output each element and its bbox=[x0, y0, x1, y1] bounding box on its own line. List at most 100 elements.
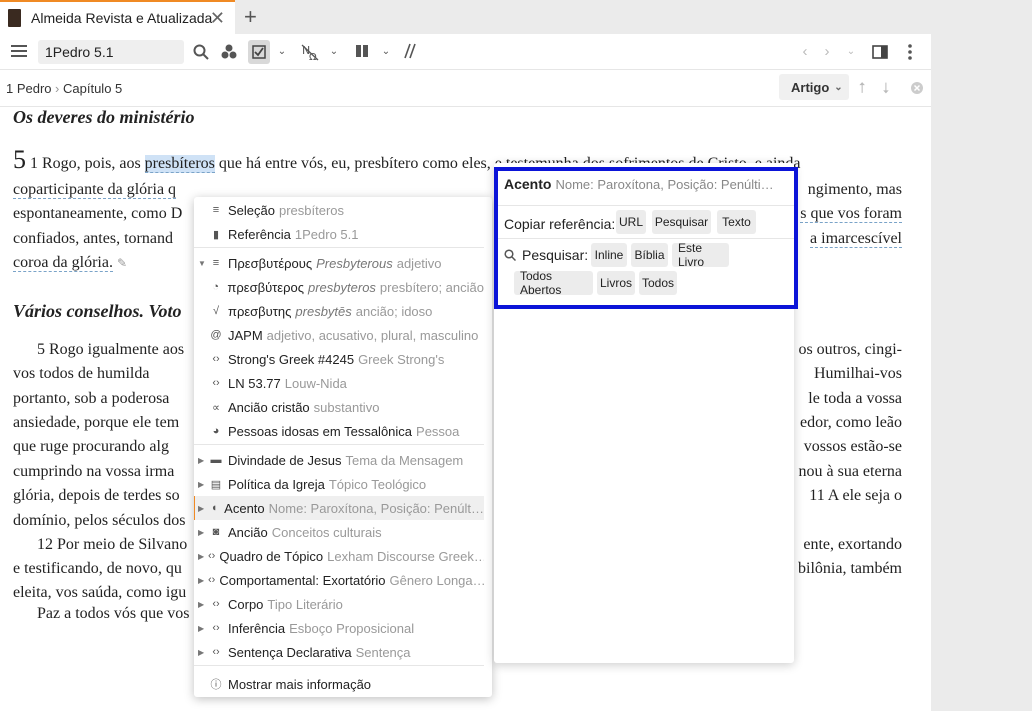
toolbar: 1Pedro 5.1 ⌄ NΩ ⌄ ⌄ ‹ › ⌄ bbox=[0, 34, 931, 70]
verse-line-right: bilônia, também bbox=[794, 557, 902, 581]
close-icon[interactable]: ✕ bbox=[210, 8, 225, 29]
verse-line-right: Humilhai-vos bbox=[794, 362, 902, 386]
chevron-down-icon[interactable]: ⌄ bbox=[380, 44, 392, 58]
caret-right-icon[interactable]: ▶ bbox=[198, 504, 204, 513]
back-icon[interactable]: ‹ bbox=[798, 43, 812, 60]
verse-text[interactable]: portanto, sob a poderosa bbox=[13, 390, 169, 407]
breadcrumb-chapter[interactable]: Capítulo 5 bbox=[63, 81, 122, 96]
verse-text[interactable]: le toda a vossa bbox=[808, 390, 902, 407]
verse-text[interactable]: vos todos de humilda bbox=[13, 365, 149, 382]
verse-text[interactable]: s que vos foram bbox=[800, 205, 902, 223]
reference-input[interactable]: 1Pedro 5.1 bbox=[38, 40, 184, 64]
menu-item-detail: adjetivo, acusativo, plural, masculino bbox=[266, 327, 479, 343]
menu-item-detail: Lexham Discourse Greek… bbox=[327, 548, 484, 564]
verse-text[interactable]: os outros, cingi- bbox=[798, 341, 902, 358]
chevron-down-icon[interactable]: ⌄ bbox=[276, 44, 288, 58]
verse-text[interactable]: confiados, antes, tornand bbox=[13, 230, 173, 247]
tab-title: Almeida Revista e Atualizada bbox=[31, 10, 213, 26]
verse-text[interactable]: vossos estão-se bbox=[804, 438, 902, 455]
menu-item[interactable]: ▶ ▬ Divindade de Jesus Tema da Mensagem bbox=[194, 448, 484, 472]
verse-text[interactable]: a imarcescível bbox=[810, 230, 902, 248]
chapter-number: 5 bbox=[13, 148, 26, 174]
menu-item[interactable]: @ JAPM adjetivo, acusativo, plural, mascul… bbox=[194, 323, 484, 347]
caret-right-icon[interactable]: ▶ bbox=[198, 456, 204, 465]
parallel-icon[interactable] bbox=[402, 43, 418, 59]
caret-right-icon[interactable]: ▶ bbox=[198, 624, 204, 633]
code-icon: ‹› bbox=[212, 377, 220, 389]
clear-circle-icon[interactable] bbox=[909, 79, 925, 97]
more-options-icon[interactable] bbox=[903, 43, 917, 61]
section-dropdown[interactable]: Artigo ⌄ bbox=[779, 74, 849, 100]
trash-icon: ▬ bbox=[210, 454, 222, 466]
caret-right-icon[interactable]: ▶ bbox=[198, 552, 204, 561]
search-icon[interactable] bbox=[192, 43, 210, 61]
verse-text[interactable]: coparticipante da glória q bbox=[13, 181, 177, 199]
menu-icon[interactable] bbox=[10, 42, 28, 60]
breadcrumb-bar: 1 Pedro › Capítulo 5 Artigo ⌄ ⭡ ⭣ bbox=[0, 71, 931, 107]
menu-item[interactable]: ‹› Strong's Greek #4245 Greek Strong's bbox=[194, 347, 484, 371]
verse-text[interactable]: edor, como leão bbox=[800, 414, 902, 431]
verse-text[interactable]: espontaneamente, como D bbox=[13, 205, 182, 222]
columns-icon[interactable] bbox=[354, 43, 370, 59]
verse-text[interactable]: coroa da glória. bbox=[13, 254, 113, 272]
verse-text[interactable]: ente, exortando bbox=[803, 536, 902, 553]
caret-right-icon[interactable]: ▶ bbox=[198, 528, 204, 537]
arrow-down-icon[interactable]: ⭣ bbox=[879, 79, 893, 97]
verse-text[interactable]: ngimento, mas bbox=[808, 181, 902, 198]
caret-right-icon[interactable]: ▶ bbox=[198, 480, 204, 489]
verse-line-right: ngimento, mas bbox=[794, 178, 902, 202]
verse-text[interactable]: nou à sua eterna bbox=[798, 463, 902, 480]
chevron-down-icon[interactable]: ⌄ bbox=[328, 44, 340, 58]
caret-right-icon[interactable]: ▶ bbox=[198, 648, 204, 657]
menu-item[interactable]: ◔ πρεσβύτερος presbyteros presbítero; anciã… bbox=[194, 275, 484, 299]
forward-icon[interactable]: › bbox=[820, 43, 834, 60]
visual-filter-icon[interactable] bbox=[220, 43, 238, 61]
new-tab-button[interactable]: + bbox=[244, 4, 257, 30]
verse-text[interactable]: 11 A ele seja o bbox=[809, 487, 902, 504]
show-more-info[interactable]: ⓘ Mostrar mais informação bbox=[194, 672, 484, 696]
code-icon: ‹› bbox=[208, 550, 216, 562]
menu-item[interactable]: ‹› LN 53.77 Louw-Nida bbox=[194, 371, 484, 395]
menu-item[interactable]: ▼ ≡ Πρεσβυτέρους Presbyterous adjetivo bbox=[194, 251, 484, 275]
selected-word[interactable]: presbíteros bbox=[144, 155, 215, 173]
verse-text[interactable]: Paz a todos vós que vos bbox=[37, 605, 189, 622]
menu-item[interactable]: ≡ Seleção presbíteros bbox=[194, 198, 484, 222]
menu-item[interactable]: ▶ ‹› Inferência Esboço Proposicional bbox=[194, 616, 484, 640]
verse-text[interactable]: ansiedade, porque ele tem bbox=[13, 414, 179, 431]
section-heading: Os deveres do ministério bbox=[13, 107, 195, 127]
caret-down-icon[interactable]: ▼ bbox=[198, 259, 206, 268]
verse-text[interactable]: eleita, vos saúda, como igu bbox=[13, 584, 186, 601]
menu-item[interactable]: ▶ ‹› Corpo Tipo Literário bbox=[194, 592, 484, 616]
menu-item[interactable]: ▶ ◖ Acento Nome: Paroxítona, Posição: Penúl… bbox=[194, 496, 484, 520]
arrow-up-icon[interactable]: ⭡ bbox=[855, 79, 869, 97]
verse-text[interactable]: que ruge procurando alg bbox=[13, 438, 169, 455]
verse-text[interactable]: 5 Rogo igualmente aos bbox=[37, 341, 184, 358]
verse-text[interactable]: e testificando, de novo, qu bbox=[13, 560, 182, 577]
verse-text[interactable]: glória, depois de terdes so bbox=[13, 487, 180, 504]
interlinear-icon[interactable]: NΩ bbox=[300, 42, 320, 62]
caret-right-icon[interactable]: ▶ bbox=[198, 600, 204, 609]
menu-item[interactable]: ▶ ▤ Política da Igreja Tópico Teológico bbox=[194, 472, 484, 496]
menu-item[interactable]: √ πρεσβυτης presbytēs ancião; idoso bbox=[194, 299, 484, 323]
menu-item[interactable]: ▶ ‹› Sentença Declarativa Sentença bbox=[194, 640, 484, 664]
menu-item[interactable]: ◕ Pessoas idosas em Tessalônica Pessoa bbox=[194, 419, 484, 443]
menu-item[interactable]: ∝ Ancião cristão substantivo bbox=[194, 395, 484, 419]
menu-item-label: Ancião cristão bbox=[228, 399, 310, 415]
verse-text[interactable]: cumprindo na vossa irma bbox=[13, 463, 174, 480]
breadcrumb-book[interactable]: 1 Pedro bbox=[6, 81, 52, 96]
menu-item[interactable]: ▮ Referência 1Pedro 5.1 bbox=[194, 222, 484, 246]
jar-icon: ◙ bbox=[212, 526, 220, 538]
menu-item[interactable]: ▶ ‹› Quadro de Tópico Lexham Discourse Gree… bbox=[194, 544, 484, 568]
verse-text[interactable]: Humilhai-vos bbox=[814, 365, 902, 382]
caret-right-icon[interactable]: ▶ bbox=[198, 576, 204, 585]
pencil-icon[interactable]: ✎ bbox=[117, 256, 127, 270]
menu-item[interactable]: ▶ ‹› Comportamental: Exortatório Gênero Lon… bbox=[194, 568, 484, 592]
verse-text[interactable]: 12 Por meio de Silvano bbox=[37, 536, 187, 553]
verse-text[interactable]: bilônia, também bbox=[798, 560, 902, 577]
tab-document[interactable]: Almeida Revista e Atualizada ✕ bbox=[0, 0, 235, 34]
panel-layout-icon[interactable] bbox=[871, 43, 889, 61]
history-dropdown-icon[interactable]: ⌄ bbox=[845, 44, 857, 58]
verse-text[interactable]: domínio, pelos séculos dos bbox=[13, 512, 185, 529]
menu-item[interactable]: ▶ ◙ Ancião Conceitos culturais bbox=[194, 520, 484, 544]
inline-check-icon[interactable] bbox=[248, 40, 270, 64]
